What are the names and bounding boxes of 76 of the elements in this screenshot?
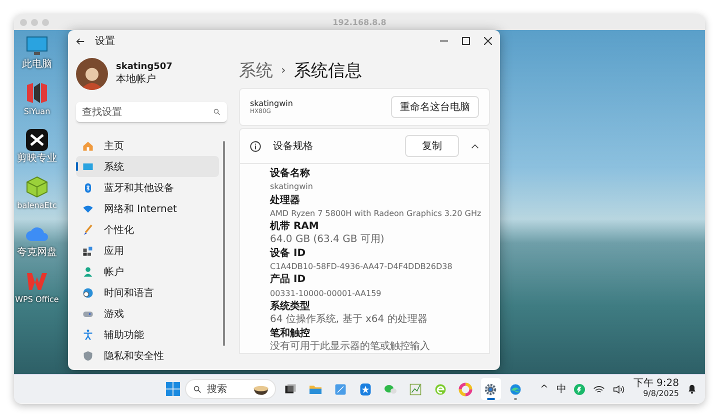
house-icon [82, 140, 94, 152]
nav-item[interactable]: 网络和 Internet [76, 198, 219, 219]
spec-label: 产品 ID [270, 273, 307, 287]
wifi-icon [82, 202, 94, 214]
chevron-up-icon[interactable] [471, 144, 479, 148]
spec-value: 没有可用于此显示器的笔或触控输入 [270, 340, 431, 354]
zoom-dot-icon[interactable] [42, 18, 49, 26]
wifi-icon[interactable] [593, 384, 606, 394]
nav-item[interactable]: 系统 [76, 156, 219, 177]
section-title: 设备规格 [273, 140, 313, 153]
brush-icon [82, 224, 94, 236]
spec-value: C1A4DB10-58FD-4936-AA47-D4F4DDB26D38 [270, 261, 454, 274]
breadcrumb-separator: › [281, 63, 286, 77]
nav-item[interactable]: 个性化 [76, 219, 219, 240]
window-title: 设置 [95, 34, 115, 48]
spec-value: AMD Ryzen 7 5800H with Radeon Graphics 3.20 GHz [270, 208, 482, 220]
spec-label: 机带 RAM [270, 220, 320, 234]
breadcrumb-link[interactable]: 系统 [239, 58, 273, 82]
spec-value: 00331-10000-00001-AA159 [270, 288, 382, 300]
nav-item[interactable]: 帐户 [76, 261, 219, 282]
nav-item[interactable]: 游戏 [76, 303, 219, 324]
account-type: 本地帐户 [116, 72, 157, 86]
spec-label: 设备名称 [270, 167, 311, 180]
start-icon[interactable] [166, 382, 180, 396]
close-dot-icon[interactable] [20, 18, 27, 26]
spec-label: 笔和触控 [270, 326, 311, 340]
maximize-icon[interactable] [462, 37, 470, 45]
bell-icon[interactable] [687, 384, 697, 394]
input-method-indicator[interactable]: 中 [556, 382, 566, 396]
info-icon [250, 140, 261, 152]
nav-item[interactable]: 隐私和安全性 [76, 345, 219, 366]
nav-item[interactable]: 蓝牙和其他设备 [76, 177, 219, 198]
desktop-icon-label[interactable]: WPS Office [15, 294, 59, 306]
tray-overflow-button[interactable]: ^ [540, 384, 548, 394]
search-input[interactable]: 搜索 [206, 384, 247, 394]
back-arrow-icon[interactable] [76, 36, 85, 46]
accessibility-icon [82, 328, 94, 340]
device-name: skatingwin [250, 99, 293, 108]
minimize-dot-icon[interactable] [31, 18, 38, 26]
rename-button[interactable]: 重命名这台电脑 [391, 96, 479, 118]
close-icon[interactable] [484, 37, 492, 45]
avatar-icon [76, 58, 108, 90]
copy-button[interactable]: 复制 [405, 135, 459, 157]
volume-icon[interactable] [613, 384, 626, 394]
user-name: skating507 [116, 62, 172, 72]
search-icon [192, 384, 202, 394]
remote-window-title: 192.168.8.8 [332, 18, 386, 26]
folded-blocks-icon[interactable] [25, 81, 49, 105]
page-title: 系统信息 [294, 60, 362, 82]
spec-value: skatingwin [270, 181, 314, 194]
nav-item[interactable]: 应用 [76, 240, 219, 261]
shield-icon [82, 350, 94, 362]
nav-item[interactable]: 时间和语言 [76, 282, 219, 303]
search-icon [213, 108, 221, 116]
clock-time[interactable]: 下午 9:28 [633, 379, 679, 389]
gear-icon[interactable] [480, 378, 501, 400]
search-field[interactable]: 查找设置 [76, 102, 227, 123]
nav-item[interactable]: 主页 [76, 135, 219, 156]
monitor-icon[interactable] [25, 34, 49, 58]
globe-clock-icon [82, 286, 94, 298]
clock-date[interactable]: 9/8/2025 [643, 389, 679, 399]
spec-label: 处理器 [270, 194, 301, 207]
spec-label: 设备 ID [270, 246, 307, 260]
scissors-app-icon[interactable] [25, 128, 49, 152]
nav-item[interactable]: 辅助功能 [76, 324, 219, 345]
apps-icon [82, 244, 94, 256]
cube-icon[interactable] [25, 175, 49, 199]
lightning-circle-icon[interactable] [574, 384, 586, 394]
spec-value: 64 位操作系统, 基于 x64 的处理器 [270, 313, 428, 327]
spec-value: 64.0 GB (63.4 GB 可用) [270, 233, 386, 247]
taskbar-search-field[interactable]: 搜索 [184, 379, 276, 399]
spec-label: 系统类型 [270, 300, 311, 314]
search-input[interactable]: 查找设置 [82, 106, 213, 118]
monitor-icon [82, 160, 94, 172]
person-icon [82, 266, 94, 278]
bluetooth-icon [82, 182, 94, 194]
